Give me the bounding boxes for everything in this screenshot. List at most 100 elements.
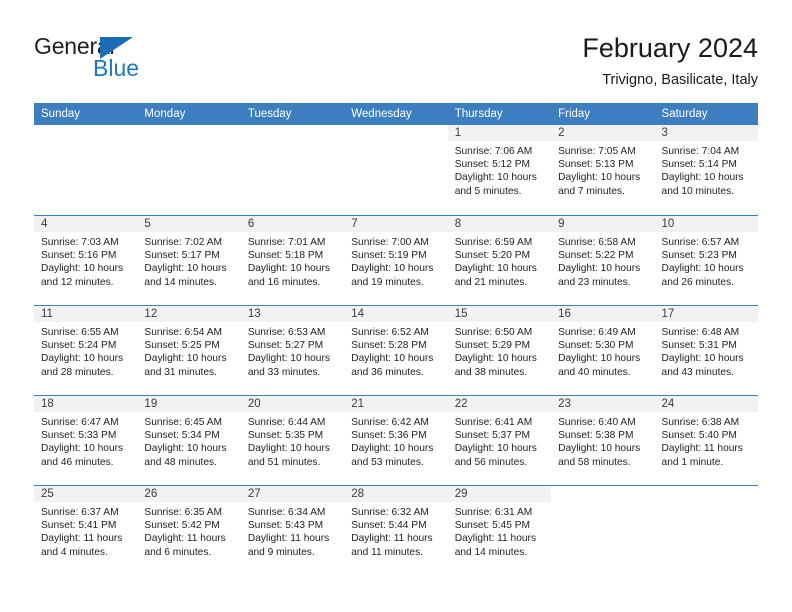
- daylight-text: Daylight: 10 hours and 23 minutes.: [558, 263, 641, 288]
- daylight-text: Daylight: 10 hours and 7 minutes.: [558, 172, 641, 197]
- day-cell[interactable]: 26 Sunrise: 6:35 AM Sunset: 5:42 PM Dayligh…: [137, 486, 241, 575]
- weekday-header-saturday: Saturday: [661, 108, 708, 120]
- day-number-band: 22: [447, 396, 552, 413]
- weekday-header-monday: Monday: [144, 108, 186, 120]
- sunrise-text: Sunrise: 6:59 AM: [454, 237, 533, 248]
- day-info: Sunrise: 6:37 AM Sunset: 5:41 PM Daylight:…: [34, 503, 137, 559]
- day-cell[interactable]: 9 Sunrise: 6:58 AM Sunset: 5:22 PM Daylight…: [551, 216, 655, 305]
- sunset-text: Sunset: 5:12 PM: [454, 159, 531, 171]
- day-cell[interactable]: 12 Sunrise: 6:54 AM Sunset: 5:25 PM Dayligh…: [137, 306, 241, 395]
- day-number-band: 4: [34, 216, 138, 233]
- daylight-text: Daylight: 10 hours and 40 minutes.: [558, 353, 641, 378]
- day-number: 16: [558, 308, 571, 320]
- daylight-text: Daylight: 11 hours and 1 minute.: [661, 443, 743, 468]
- day-cell[interactable]: 4 Sunrise: 7:03 AM Sunset: 5:16 PM Daylight…: [34, 216, 138, 305]
- day-cell[interactable]: 14 Sunrise: 6:52 AM Sunset: 5:28 PM Dayligh…: [344, 306, 448, 395]
- day-number-band: 28: [344, 486, 448, 503]
- sunrise-text: Sunrise: 6:42 AM: [351, 417, 429, 428]
- day-number-band: [34, 125, 138, 142]
- day-number: 25: [41, 488, 54, 500]
- sunset-text: Sunset: 5:18 PM: [247, 250, 324, 262]
- daylight-text: Daylight: 10 hours and 51 minutes.: [247, 443, 330, 468]
- day-info: Sunrise: 6:47 AM Sunset: 5:33 PM Daylight:…: [34, 413, 137, 469]
- day-cell[interactable]: 22 Sunrise: 6:41 AM Sunset: 5:37 PM Dayligh…: [447, 396, 552, 485]
- sunset-text: Sunset: 5:23 PM: [661, 250, 737, 262]
- day-info: Sunrise: 7:06 AM Sunset: 5:12 PM Daylight:…: [448, 142, 551, 198]
- day-number: 3: [661, 127, 668, 139]
- day-info: Sunrise: 7:02 AM Sunset: 5:17 PM Daylight:…: [137, 233, 240, 289]
- day-cell[interactable]: 3 Sunrise: 7:04 AM Sunset: 5:14 PM Daylight…: [654, 125, 758, 215]
- day-cell[interactable]: 11 Sunrise: 6:55 AM Sunset: 5:24 PM Dayligh…: [34, 306, 138, 395]
- day-cell[interactable]: 5 Sunrise: 7:02 AM Sunset: 5:17 PM Daylight…: [137, 216, 241, 305]
- day-cell[interactable]: 17 Sunrise: 6:48 AM Sunset: 5:31 PM Dayligh…: [654, 306, 758, 395]
- day-info: Sunrise: 7:04 AM Sunset: 5:14 PM Daylight:…: [655, 142, 758, 198]
- sunset-text: Sunset: 5:43 PM: [247, 520, 324, 532]
- day-info: Sunrise: 6:34 AM Sunset: 5:43 PM Daylight:…: [241, 503, 344, 559]
- general-blue-logo[interactable]: General Blue: [34, 33, 174, 85]
- day-cell[interactable]: 21 Sunrise: 6:42 AM Sunset: 5:36 PM Dayligh…: [344, 396, 448, 485]
- day-number-band: 1: [447, 125, 552, 142]
- day-info: Sunrise: 7:05 AM Sunset: 5:13 PM Daylight:…: [551, 142, 654, 198]
- day-cell[interactable]: 29 Sunrise: 6:31 AM Sunset: 5:45 PM Dayligh…: [447, 486, 552, 575]
- sunset-text: Sunset: 5:14 PM: [661, 159, 737, 171]
- day-number-band: 3: [654, 125, 758, 142]
- day-cell[interactable]: 8 Sunrise: 6:59 AM Sunset: 5:20 PM Daylight…: [447, 216, 552, 305]
- day-info: Sunrise: 6:41 AM Sunset: 5:37 PM Daylight:…: [448, 413, 551, 469]
- day-info: Sunrise: 6:32 AM Sunset: 5:44 PM Daylight:…: [344, 503, 447, 559]
- sunset-text: Sunset: 5:30 PM: [558, 340, 634, 352]
- day-number: 28: [351, 488, 365, 500]
- day-cell-empty: [654, 486, 758, 575]
- sunset-text: Sunset: 5:40 PM: [661, 430, 737, 442]
- day-number-band: [654, 486, 758, 503]
- day-cell[interactable]: 24 Sunrise: 6:38 AM Sunset: 5:40 PM Dayligh…: [654, 396, 758, 485]
- daylight-text: Daylight: 10 hours and 10 minutes.: [661, 172, 744, 197]
- day-cell[interactable]: 1 Sunrise: 7:06 AM Sunset: 5:12 PM Daylight…: [447, 125, 552, 215]
- day-info: Sunrise: 7:01 AM Sunset: 5:18 PM Daylight:…: [241, 233, 344, 289]
- daylight-text: Daylight: 11 hours and 14 minutes.: [454, 533, 537, 558]
- daylight-text: Daylight: 11 hours and 9 minutes.: [247, 533, 330, 558]
- sunrise-text: Sunrise: 6:47 AM: [41, 417, 119, 428]
- day-cell[interactable]: 2 Sunrise: 7:05 AM Sunset: 5:13 PM Daylight…: [551, 125, 655, 215]
- sunrise-text: Sunrise: 6:32 AM: [351, 507, 429, 518]
- title-block: February 2024 Trivigno, Basilicate, Ital…: [582, 32, 758, 90]
- day-info: Sunrise: 6:52 AM Sunset: 5:28 PM Daylight:…: [344, 323, 447, 379]
- sunrise-text: Sunrise: 6:35 AM: [144, 507, 223, 518]
- day-cell[interactable]: 18 Sunrise: 6:47 AM Sunset: 5:33 PM Dayligh…: [34, 396, 138, 485]
- day-cell[interactable]: 10 Sunrise: 6:57 AM Sunset: 5:23 PM Dayligh…: [654, 216, 758, 305]
- sunrise-text: Sunrise: 6:49 AM: [558, 327, 636, 338]
- day-cell[interactable]: 20 Sunrise: 6:44 AM Sunset: 5:35 PM Dayligh…: [240, 396, 345, 485]
- sunrise-text: Sunrise: 6:48 AM: [661, 327, 740, 338]
- day-number-band: 27: [240, 486, 345, 503]
- sunrise-text: Sunrise: 7:00 AM: [351, 237, 429, 248]
- daylight-text: Daylight: 10 hours and 53 minutes.: [351, 443, 434, 468]
- day-info: Sunrise: 6:45 AM Sunset: 5:34 PM Daylight:…: [137, 413, 240, 469]
- sunrise-text: Sunrise: 6:57 AM: [661, 237, 740, 248]
- sunrise-text: Sunrise: 6:58 AM: [558, 237, 636, 248]
- sunrise-text: Sunrise: 6:45 AM: [144, 417, 223, 428]
- sunset-text: Sunset: 5:35 PM: [247, 430, 324, 442]
- day-cell[interactable]: 16 Sunrise: 6:49 AM Sunset: 5:30 PM Dayligh…: [551, 306, 655, 395]
- calendar-body: 1 Sunrise: 7:06 AM Sunset: 5:12 PM Daylight…: [34, 125, 758, 575]
- page-header: General Blue February 2024 Trivigno, Bas…: [0, 0, 792, 103]
- week-row: 18 Sunrise: 6:47 AM Sunset: 5:33 PM Dayligh…: [34, 395, 758, 485]
- day-cell[interactable]: 19 Sunrise: 6:45 AM Sunset: 5:34 PM Dayligh…: [137, 396, 241, 485]
- day-cell[interactable]: 6 Sunrise: 7:01 AM Sunset: 5:18 PM Daylight…: [240, 216, 345, 305]
- daylight-text: Daylight: 10 hours and 56 minutes.: [454, 443, 537, 468]
- sunset-text: Sunset: 5:38 PM: [558, 430, 634, 442]
- sunrise-text: Sunrise: 7:05 AM: [558, 146, 636, 157]
- day-number-band: 15: [447, 306, 552, 323]
- day-cell[interactable]: 7 Sunrise: 7:00 AM Sunset: 5:19 PM Daylight…: [344, 216, 448, 305]
- day-info: Sunrise: 6:42 AM Sunset: 5:36 PM Daylight:…: [344, 413, 447, 469]
- week-row: 25 Sunrise: 6:37 AM Sunset: 5:41 PM Dayligh…: [34, 485, 758, 575]
- daylight-text: Daylight: 10 hours and 31 minutes.: [144, 353, 227, 378]
- day-cell[interactable]: 28 Sunrise: 6:32 AM Sunset: 5:44 PM Dayligh…: [344, 486, 448, 575]
- day-cell[interactable]: 23 Sunrise: 6:40 AM Sunset: 5:38 PM Dayligh…: [551, 396, 655, 485]
- sunrise-text: Sunrise: 6:44 AM: [247, 417, 326, 428]
- page-title: February 2024: [582, 33, 758, 63]
- sunset-text: Sunset: 5:44 PM: [351, 520, 427, 532]
- day-cell[interactable]: 25 Sunrise: 6:37 AM Sunset: 5:41 PM Dayligh…: [34, 486, 138, 575]
- day-cell[interactable]: 27 Sunrise: 6:34 AM Sunset: 5:43 PM Dayligh…: [240, 486, 345, 575]
- day-cell[interactable]: 15 Sunrise: 6:50 AM Sunset: 5:29 PM Dayligh…: [447, 306, 552, 395]
- sunset-text: Sunset: 5:13 PM: [558, 159, 634, 171]
- day-cell[interactable]: 13 Sunrise: 6:53 AM Sunset: 5:27 PM Dayligh…: [240, 306, 345, 395]
